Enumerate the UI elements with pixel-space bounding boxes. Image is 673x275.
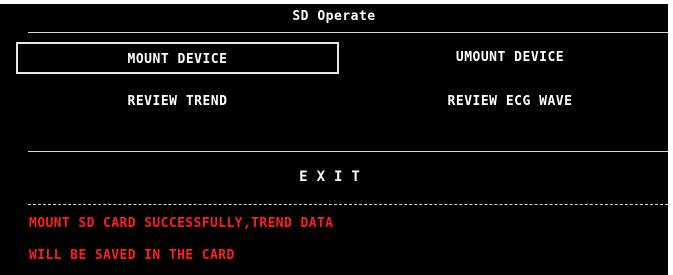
mount-device-button[interactable]: MOUNT DEVICE xyxy=(16,42,339,74)
status-divider xyxy=(28,204,668,205)
umount-device-button[interactable]: UMOUNT DEVICE xyxy=(350,42,670,74)
status-message-line-2: WILL BE SAVED IN THE CARD xyxy=(29,248,235,263)
dialog-title: SD Operate xyxy=(292,9,376,24)
review-trend-button[interactable]: REVIEW TREND xyxy=(16,86,339,118)
status-message-line-1: MOUNT SD CARD SUCCESSFULLY,TREND DATA xyxy=(29,216,334,231)
title-divider xyxy=(28,32,668,33)
sd-operate-dialog: SD Operate MOUNT DEVICE UMOUNT DEVICE RE… xyxy=(0,4,668,275)
exit-divider xyxy=(28,151,668,152)
exit-button[interactable]: EXIT xyxy=(0,161,668,193)
review-ecg-wave-button[interactable]: REVIEW ECG WAVE xyxy=(350,86,670,118)
sd-operate-screen: SD Operate MOUNT DEVICE UMOUNT DEVICE RE… xyxy=(0,0,673,275)
